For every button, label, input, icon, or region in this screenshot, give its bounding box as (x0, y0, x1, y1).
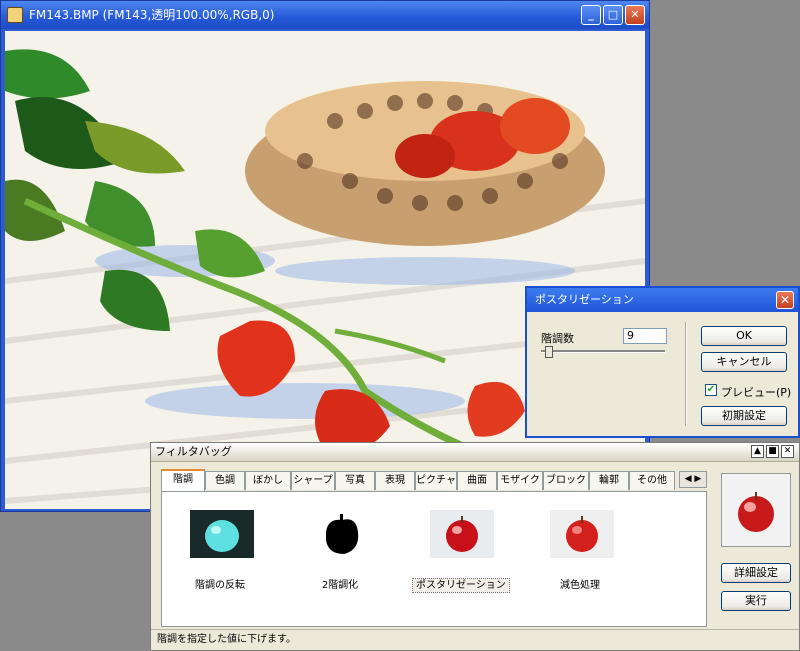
filter-items-area: 階調の反転 2階調化 ポスタリゼーション 減色処理 (161, 491, 707, 627)
pin-icon[interactable]: ■ (766, 445, 779, 458)
filter-bag-title: フィルタバッグ (155, 445, 232, 458)
reduce-colors-thumbnail (550, 510, 614, 558)
image-window-title: FM143.BMP (FM143,透明100.00%,RGB,0) (29, 8, 275, 22)
tab-photo[interactable]: 写真 (335, 471, 375, 490)
posterization-dialog: ポスタリゼーション ✕ 階調数 9 OK キャンセル ✔ プレビュー(P) 初期… (525, 286, 800, 438)
levels-slider-track[interactable] (541, 350, 665, 353)
ok-button[interactable]: OK (701, 326, 787, 346)
tab-curved-surface[interactable]: 曲面 (457, 471, 497, 490)
filter-bag-panel: フィルタバッグ ▲ ■ ✕ 階調 色調 ぼかし シャープ 写真 表現 ピクチャ … (150, 442, 800, 651)
tab-other[interactable]: その他 (629, 471, 675, 490)
tab-picture[interactable]: ピクチャ (415, 471, 457, 490)
filter-item-label: ポスタリゼーション (412, 576, 510, 593)
filter-item-reduce-colors[interactable]: 減色処理 (532, 510, 628, 614)
levels-slider-thumb[interactable] (545, 346, 553, 358)
close-icon[interactable]: ✕ (781, 445, 794, 458)
posterization-title: ポスタリゼーション (535, 293, 634, 306)
filter-item-label: 2階調化 (321, 580, 359, 591)
tab-scroll-arrows[interactable]: ◀ ▶ (679, 471, 707, 488)
threshold-thumbnail (310, 510, 374, 558)
tab-contour[interactable]: 輪郭 (589, 471, 629, 490)
cancel-button[interactable]: キャンセル (701, 352, 787, 372)
filter-item-invert[interactable]: 階調の反転 (172, 510, 268, 614)
tab-sharp[interactable]: シャープ (291, 471, 335, 490)
filter-item-threshold[interactable]: 2階調化 (292, 510, 388, 614)
tab-mosaic[interactable]: モザイク (497, 471, 543, 490)
tab-color-tone[interactable]: 色調 (205, 471, 245, 490)
invert-thumbnail (190, 510, 254, 558)
tab-block[interactable]: ブロック (543, 471, 589, 490)
posterization-titlebar[interactable]: ポスタリゼーション ✕ (527, 288, 798, 312)
image-window-titlebar[interactable]: FM143.BMP (FM143,透明100.00%,RGB,0) _ □ ✕ (1, 1, 649, 29)
reset-button[interactable]: 初期設定 (701, 406, 787, 426)
app-icon (7, 7, 23, 23)
filter-item-label: 減色処理 (560, 580, 600, 591)
run-button[interactable]: 実行 (721, 591, 791, 611)
tab-expression[interactable]: 表現 (375, 471, 415, 490)
levels-label: 階調数 (541, 332, 574, 345)
status-bar: 階調を指定した値に下げます。 (151, 629, 799, 650)
maximize-button[interactable]: □ (603, 5, 623, 25)
close-button[interactable]: ✕ (625, 5, 645, 25)
preview-checkbox[interactable]: ✔ (705, 384, 717, 396)
filter-preview (721, 473, 791, 547)
minimize-button[interactable]: _ (581, 5, 601, 25)
tab-blur[interactable]: ぼかし (245, 471, 291, 490)
detail-settings-button[interactable]: 詳細設定 (721, 563, 791, 583)
collapse-icon[interactable]: ▲ (751, 445, 764, 458)
posterization-thumbnail (430, 510, 494, 558)
dialog-divider (685, 322, 687, 426)
dialog-close-button[interactable]: ✕ (776, 291, 794, 309)
filter-item-label: 階調の反転 (195, 580, 245, 591)
levels-input[interactable]: 9 (623, 328, 667, 344)
filter-item-posterization[interactable]: ポスタリゼーション (412, 510, 510, 614)
preview-label[interactable]: プレビュー(P) (721, 384, 791, 400)
tab-gradation[interactable]: 階調 (161, 469, 205, 491)
filter-bag-titlebar[interactable]: フィルタバッグ ▲ ■ ✕ (151, 443, 799, 462)
